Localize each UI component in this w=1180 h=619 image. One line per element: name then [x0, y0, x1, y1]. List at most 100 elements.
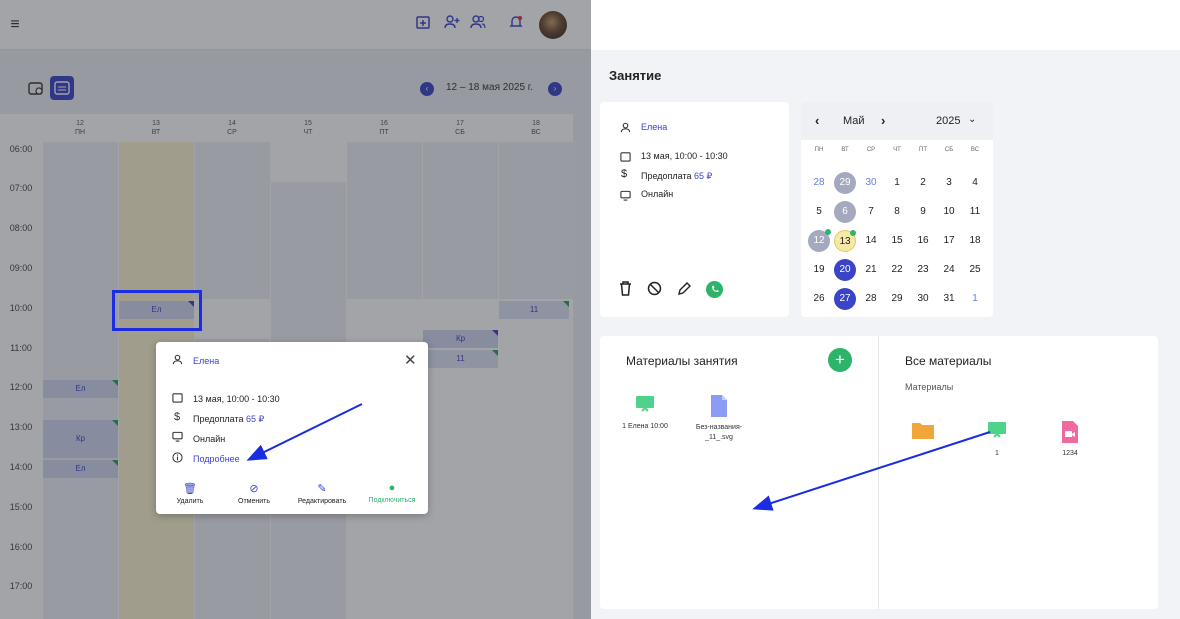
delete-button[interactable]: 🗑 Удалить: [157, 482, 223, 505]
calendar-day[interactable]: 15: [886, 230, 908, 252]
calendar-day[interactable]: 18: [964, 230, 986, 252]
event-dot: [850, 230, 856, 236]
trash-icon[interactable]: [618, 280, 633, 301]
popup-student[interactable]: Елена: [193, 356, 219, 366]
next-month-icon[interactable]: ›: [881, 113, 885, 128]
calendar-day[interactable]: 29: [834, 172, 856, 194]
info-icon: [170, 452, 184, 466]
document-icon: [709, 394, 729, 418]
student-name[interactable]: Елена: [641, 122, 667, 132]
dollar-icon: $: [173, 411, 181, 423]
calendar-day[interactable]: 6: [834, 201, 856, 223]
calendar-day[interactable]: 10: [938, 201, 960, 223]
presentation-icon: [987, 420, 1007, 440]
panel-header-bar: [591, 0, 1180, 50]
weekday-label: ЧТ: [893, 147, 901, 153]
cancel-icon: ⊘: [249, 483, 259, 495]
divider: [878, 336, 879, 609]
calendar-day[interactable]: 23: [912, 259, 934, 281]
user-icon: [620, 120, 631, 138]
calendar-day[interactable]: 27: [834, 288, 856, 310]
calendar-day[interactable]: 4: [964, 172, 986, 194]
material-file[interactable]: 1: [982, 420, 1012, 457]
cancel-icon[interactable]: [647, 281, 662, 301]
all-materials-title: Все материалы: [905, 354, 992, 368]
calendar-day[interactable]: 9: [912, 201, 934, 223]
popup-prepay: Предоплата 65 ₽: [193, 414, 265, 424]
add-material-button[interactable]: +: [828, 348, 852, 372]
calendar-day[interactable]: 24: [938, 259, 960, 281]
calendar-day[interactable]: 12: [808, 229, 831, 252]
modal-backdrop[interactable]: [0, 0, 591, 619]
calendar-day[interactable]: 25: [964, 259, 986, 281]
pencil-icon: ✎: [317, 483, 327, 495]
calendar-day[interactable]: 26: [808, 288, 830, 310]
calendar-day[interactable]: 20: [834, 259, 856, 281]
dollar-icon: $: [621, 168, 628, 180]
folder-item[interactable]: [900, 420, 946, 450]
calendar-day[interactable]: 30: [912, 288, 934, 310]
cancel-button[interactable]: ⊘ Отменить: [221, 482, 287, 505]
calendar-day[interactable]: 8: [886, 201, 908, 223]
calendar-day[interactable]: 31: [938, 288, 960, 310]
event-dot: [825, 229, 831, 235]
weekday-label: ПН: [814, 147, 824, 153]
calendar-day[interactable]: 11: [964, 201, 986, 223]
prev-month-icon[interactable]: ‹: [815, 113, 819, 128]
calendar-day[interactable]: 28: [808, 172, 830, 194]
calendar-icon: [170, 392, 184, 406]
highlight-box: [112, 290, 202, 331]
lesson-datetime: 13 мая, 10:00 - 10:30: [641, 151, 728, 161]
chevron-down-icon[interactable]: ⌄: [968, 114, 976, 125]
close-icon[interactable]: ✕: [404, 353, 417, 368]
weekday-label: СБ: [944, 147, 954, 153]
all-materials-subtitle: Материалы: [905, 382, 954, 392]
calendar-day[interactable]: 17: [938, 230, 960, 252]
presentation-icon: [635, 394, 655, 414]
calendar-day[interactable]: 1: [964, 288, 986, 310]
popup-datetime: 13 мая, 10:00 - 10:30: [193, 394, 280, 404]
calendar-day[interactable]: 21: [860, 259, 882, 281]
prepay: Предоплата 65 ₽: [641, 171, 713, 181]
trash-icon: 🗑: [183, 483, 197, 495]
weekday-label: ВС: [970, 147, 980, 153]
calendar-day[interactable]: 7: [860, 201, 882, 223]
lesson-file[interactable]: Без-названия-_11_.svg: [684, 394, 754, 443]
more-link[interactable]: Подробнее: [193, 454, 240, 464]
page-title: Занятие: [609, 68, 662, 83]
calendar-day[interactable]: 16: [912, 230, 934, 252]
calendar-day[interactable]: 2: [912, 172, 934, 194]
lesson-popup: Елена ✕ 13 мая, 10:00 - 10:30 $ Предопла…: [156, 342, 428, 514]
connect-button[interactable]: ● Подключиться: [359, 482, 425, 504]
calendar-day[interactable]: 5: [808, 201, 830, 223]
phone-icon[interactable]: [706, 281, 723, 298]
calendar-day[interactable]: 30: [860, 172, 882, 194]
monitor-icon: [170, 431, 184, 445]
calendar-day[interactable]: 14: [860, 230, 882, 252]
weekday-label: ВТ: [841, 147, 849, 153]
calendar-day[interactable]: 22: [886, 259, 908, 281]
edit-button[interactable]: ✎ Редактировать: [289, 482, 355, 505]
pencil-icon[interactable]: [677, 281, 692, 301]
calendar-header: ‹ Май › 2025 ⌄: [801, 102, 993, 140]
calendar-day[interactable]: 13: [834, 230, 856, 252]
monitor-icon: [620, 188, 631, 206]
lesson-mode: Онлайн: [641, 190, 674, 197]
lesson-materials-title: Материалы занятия: [626, 354, 738, 368]
calendar-day[interactable]: 28: [860, 288, 882, 310]
calendar-icon: [620, 149, 631, 167]
material-file[interactable]: 1234: [1048, 420, 1092, 457]
video-file-icon: [1060, 420, 1080, 444]
calendar-day[interactable]: 29: [886, 288, 908, 310]
lesson-file[interactable]: 1 Елена 10:00: [612, 394, 678, 430]
folder-icon: [911, 420, 935, 440]
calendar-day[interactable]: 3: [938, 172, 960, 194]
materials-section: Материалы занятия + 1 Елена 10:00 Без-на…: [600, 336, 1158, 609]
calendar-day[interactable]: 1: [886, 172, 908, 194]
weekday-label: СР: [866, 147, 876, 153]
lesson-detail-panel: Занятие Елена 13 мая, 10:00 - 10:30 $ Пр…: [591, 0, 1180, 619]
schedule-app: ≡ ‹ 12 – 18 мая 2025 г. › 12 ПН 13 ВТ 14…: [0, 0, 591, 619]
calendar-month: Май: [843, 115, 865, 127]
calendar-year[interactable]: 2025: [936, 115, 960, 127]
calendar-day[interactable]: 19: [808, 259, 830, 281]
